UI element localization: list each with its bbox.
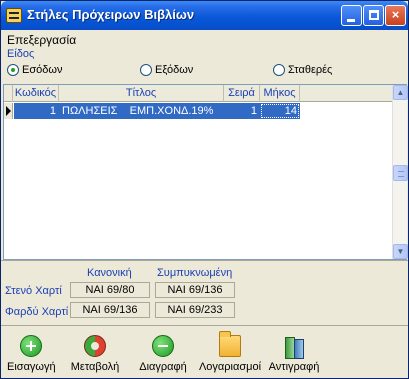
wide-normal-value: ΝΑΙ 69/136: [70, 302, 150, 318]
narrow-normal-value: ΝΑΙ 69/80: [70, 282, 150, 298]
wide-paper-label: Φαρδύ Χαρτί: [5, 306, 69, 318]
accounts-button[interactable]: Λογαριασμοί: [195, 331, 265, 373]
add-button[interactable]: Εισαγωγή: [7, 335, 56, 373]
folder-icon: [219, 331, 241, 357]
type-group-label: Είδος: [7, 48, 35, 60]
header-title[interactable]: Τίτλος: [59, 85, 224, 102]
copy-label: Αντιγραφή: [268, 361, 320, 373]
window-title: Στήλες Πρόχειρων Βιβλίων: [27, 7, 195, 22]
normal-header: Κανονική: [87, 267, 132, 279]
edit-label: Μεταβολή: [70, 361, 120, 373]
minus-icon: [152, 335, 174, 357]
grid-header: Κωδικός Τίτλος Σειρά Μήκος: [4, 85, 392, 102]
divider: [1, 260, 408, 261]
vertical-scrollbar[interactable]: ▲ ▼: [392, 85, 408, 259]
radio-income-dot[interactable]: [7, 64, 19, 76]
radio-income[interactable]: Εσόδων: [7, 64, 62, 76]
radio-expenses[interactable]: Εξόδων: [140, 64, 193, 76]
table-row[interactable]: 1 ΠΩΛΗΣΕΙΣ ΕΜΠ.ΧΟΝΔ.19% 1 14: [4, 103, 392, 119]
add-label: Εισαγωγή: [7, 361, 56, 373]
radio-expenses-dot[interactable]: [140, 64, 152, 76]
scroll-down-button[interactable]: ▼: [393, 244, 408, 259]
header-order[interactable]: Σειρά: [224, 85, 260, 102]
condensed-header: Συμπυκνωμένη: [157, 267, 233, 279]
radio-fixed-dot[interactable]: [273, 64, 285, 76]
title-bar[interactable]: Στήλες Πρόχειρων Βιβλίων ×: [1, 1, 408, 30]
delete-label: Διαγραφή: [139, 361, 187, 373]
refresh-icon: [84, 335, 106, 357]
scroll-thumb[interactable]: [393, 165, 408, 181]
close-button[interactable]: ×: [385, 5, 406, 26]
cell-order[interactable]: 1: [224, 103, 260, 119]
radio-income-label: Εσόδων: [22, 64, 63, 76]
radio-expenses-label: Εξόδων: [155, 64, 194, 76]
accounts-label: Λογαριασμοί: [198, 361, 262, 373]
menu-edit[interactable]: Επεξεργασία: [7, 33, 76, 47]
radio-fixed-label: Σταθερές: [288, 64, 333, 76]
header-length[interactable]: Μήκος: [260, 85, 300, 102]
toolbar-divider: [1, 325, 408, 326]
cell-code[interactable]: 1: [14, 103, 59, 119]
narrow-condensed-value: ΝΑΙ 69/136: [155, 282, 235, 298]
edit-button[interactable]: Μεταβολή: [69, 335, 121, 373]
wide-condensed-value: ΝΑΙ 69/233: [155, 302, 235, 318]
minimize-button[interactable]: [341, 5, 362, 26]
narrow-paper-label: Στενό Χαρτί: [5, 285, 62, 297]
header-indicator: [4, 85, 13, 102]
maximize-button[interactable]: [363, 5, 384, 26]
window: Στήλες Πρόχειρων Βιβλίων × Επεξεργασία Ε…: [0, 0, 409, 379]
row-indicator-icon: [4, 103, 13, 119]
columns-grid[interactable]: Κωδικός Τίτλος Σειρά Μήκος 1 ΠΩΛΗΣΕΙΣ ΕΜ…: [3, 84, 408, 260]
app-icon: [6, 8, 22, 23]
cell-length[interactable]: 14: [260, 103, 300, 119]
delete-button[interactable]: Διαγραφή: [138, 335, 188, 373]
add-icon: [20, 335, 42, 357]
scroll-up-button[interactable]: ▲: [393, 85, 408, 100]
close-icon: ×: [391, 7, 400, 22]
maximize-icon: [369, 10, 379, 20]
copy-button[interactable]: Αντιγραφή: [265, 335, 323, 373]
cell-title[interactable]: ΠΩΛΗΣΕΙΣ ΕΜΠ.ΧΟΝΔ.19%: [59, 103, 224, 119]
header-code[interactable]: Κωδικός: [13, 85, 59, 102]
radio-fixed[interactable]: Σταθερές: [273, 64, 332, 76]
minimize-icon: [347, 19, 355, 22]
books-icon: [283, 335, 305, 359]
